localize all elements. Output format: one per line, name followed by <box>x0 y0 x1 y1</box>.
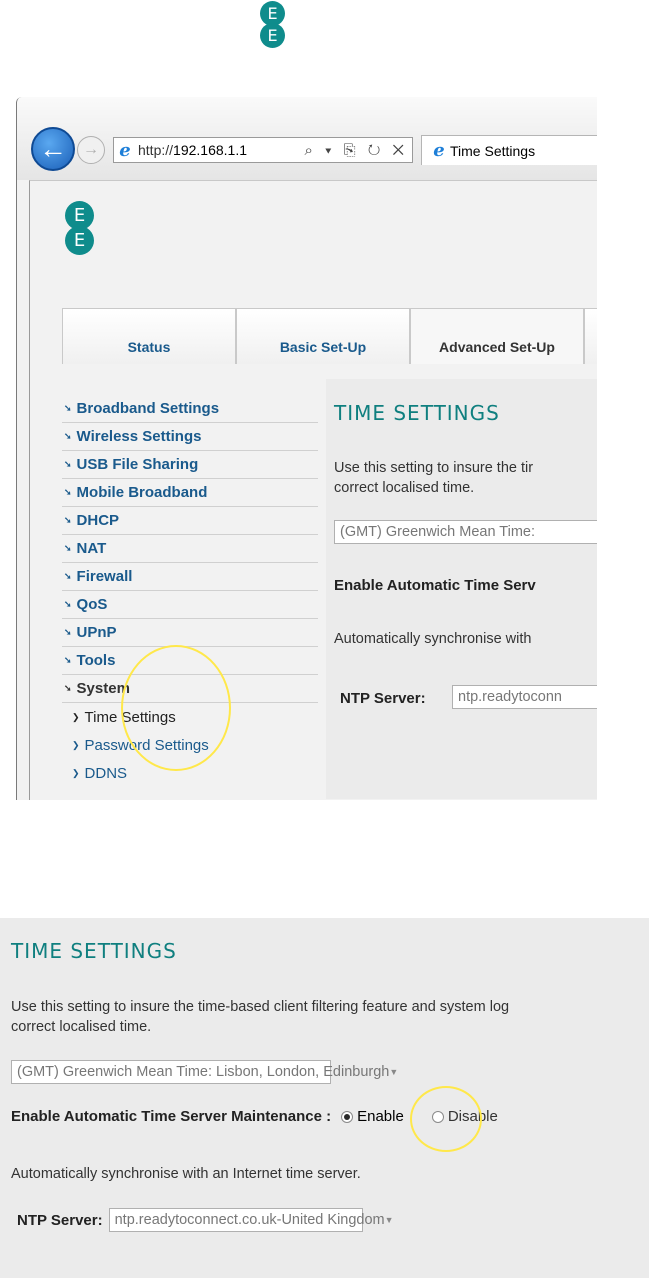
sidebar-item-usb-file-sharing[interactable]: ➘ USB File Sharing <box>62 451 318 479</box>
ntp-server-select[interactable]: ntp.readytoconn <box>452 685 597 709</box>
tab-next[interactable] <box>584 308 597 364</box>
sync-text: Automatically synchronise with an Intern… <box>11 1166 361 1182</box>
enable-radio[interactable] <box>341 1110 354 1123</box>
auto-time-label: Enable Automatic Time Serv <box>334 577 536 594</box>
tab-status[interactable]: Status <box>62 308 236 364</box>
page-title: TIME SETTINGS <box>334 401 500 425</box>
tab-basic-setup[interactable]: Basic Set-Up <box>236 308 410 364</box>
browser-tab[interactable]: e Time Settings <box>421 135 597 165</box>
highlight-circle <box>410 1086 482 1152</box>
forward-button[interactable]: → <box>77 136 105 164</box>
chevron-right-icon: ❯ <box>72 711 80 722</box>
ntp-server-label: NTP Server: <box>17 1211 103 1229</box>
chevron-right-icon: ❯ <box>72 767 80 778</box>
address-bar[interactable]: e http://192.168.1.1 ⌕ ▾ ⎘ ↻ ✕ <box>113 137 413 163</box>
page-title: TIME SETTINGS <box>11 939 177 963</box>
sidebar-item-wireless-settings[interactable]: ➘ Wireless Settings <box>62 423 318 451</box>
ee-logo: E E <box>65 201 94 255</box>
time-settings-panel: TIME SETTINGS Use this setting to insure… <box>326 379 597 799</box>
arrow-icon: ➘ <box>64 515 72 525</box>
tab-advanced-setup[interactable]: Advanced Set-Up <box>410 308 584 364</box>
address-url: http://192.168.1.1 <box>138 142 247 158</box>
browser-toolbar: ← → e http://192.168.1.1 ⌕ ▾ ⎘ ↻ ✕ e Tim… <box>17 97 597 180</box>
ee-logo-letter: E <box>65 226 94 255</box>
arrow-icon: ➘ <box>64 655 72 665</box>
sidebar-item-qos[interactable]: ➘ QoS <box>62 591 318 619</box>
enable-radio-option[interactable]: Enable <box>341 1108 404 1125</box>
arrow-icon: ➘ <box>64 431 72 441</box>
timezone-select[interactable]: (GMT) Greenwich Mean Time: Lisbon, Londo… <box>11 1060 398 1084</box>
router-page: E E Status Basic Set-Up Advanced Set-Up … <box>29 180 597 800</box>
arrow-icon: ➘ <box>64 459 72 469</box>
ie-icon: e <box>433 140 445 161</box>
arrow-icon: ➘ <box>64 627 72 637</box>
browser-window: ← → e http://192.168.1.1 ⌕ ▾ ⎘ ↻ ✕ e Tim… <box>16 97 597 800</box>
auto-time-label: Enable Automatic Time Server Maintenance… <box>11 1108 332 1125</box>
highlight-circle <box>121 645 231 771</box>
description: Use this setting to insure the time-base… <box>11 999 510 1035</box>
description: Use this setting to insure the tir corre… <box>334 460 534 496</box>
arrow-right-icon: → <box>83 141 99 158</box>
arrow-left-icon: ← <box>39 133 67 164</box>
sync-text: Automatically synchronise with <box>334 631 532 647</box>
chevron-down-icon: ▼ <box>384 1215 394 1225</box>
chevron-down-icon: ▼ <box>389 1067 399 1077</box>
arrow-icon: ➘ <box>64 683 72 693</box>
sidebar-item-upnp[interactable]: ➘ UPnP <box>62 619 318 647</box>
zoomed-time-settings: TIME SETTINGS Use this setting to insure… <box>0 918 649 1278</box>
ie-icon: e <box>119 139 131 161</box>
ee-logo-letter: E <box>260 23 285 48</box>
browser-tab-title: Time Settings <box>450 142 536 159</box>
ntp-server-select[interactable]: ntp.readytoconnect.co.uk-United Kingdom … <box>108 1208 394 1232</box>
chevron-right-icon: ❯ <box>72 739 80 750</box>
sidebar-item-broadband-settings[interactable]: ➘ Broadband Settings <box>62 395 318 423</box>
back-button[interactable]: ← <box>31 127 75 171</box>
main-nav-tabs: Status Basic Set-Up Advanced Set-Up <box>62 308 597 364</box>
ee-logo: E E <box>260 1 285 48</box>
ntp-server-label: NTP Server: <box>340 690 426 707</box>
sidebar-item-nat[interactable]: ➘ NAT <box>62 535 318 563</box>
sidebar-item-firewall[interactable]: ➘ Firewall <box>62 563 318 591</box>
address-tools-icons[interactable]: ⌕ ▾ ⎘ ↻ ✕ <box>305 142 408 159</box>
arrow-icon: ➘ <box>64 571 72 581</box>
arrow-icon: ➘ <box>64 599 72 609</box>
arrow-icon: ➘ <box>64 487 72 497</box>
sidebar-item-mobile-broadband[interactable]: ➘ Mobile Broadband <box>62 479 318 507</box>
timezone-select[interactable]: (GMT) Greenwich Mean Time: <box>334 520 597 544</box>
ntp-row: NTP Server: ntp.readytoconnect.co.uk-Uni… <box>17 1208 394 1232</box>
sidebar-item-dhcp[interactable]: ➘ DHCP <box>62 507 318 535</box>
arrow-icon: ➘ <box>64 403 72 413</box>
arrow-icon: ➘ <box>64 543 72 553</box>
